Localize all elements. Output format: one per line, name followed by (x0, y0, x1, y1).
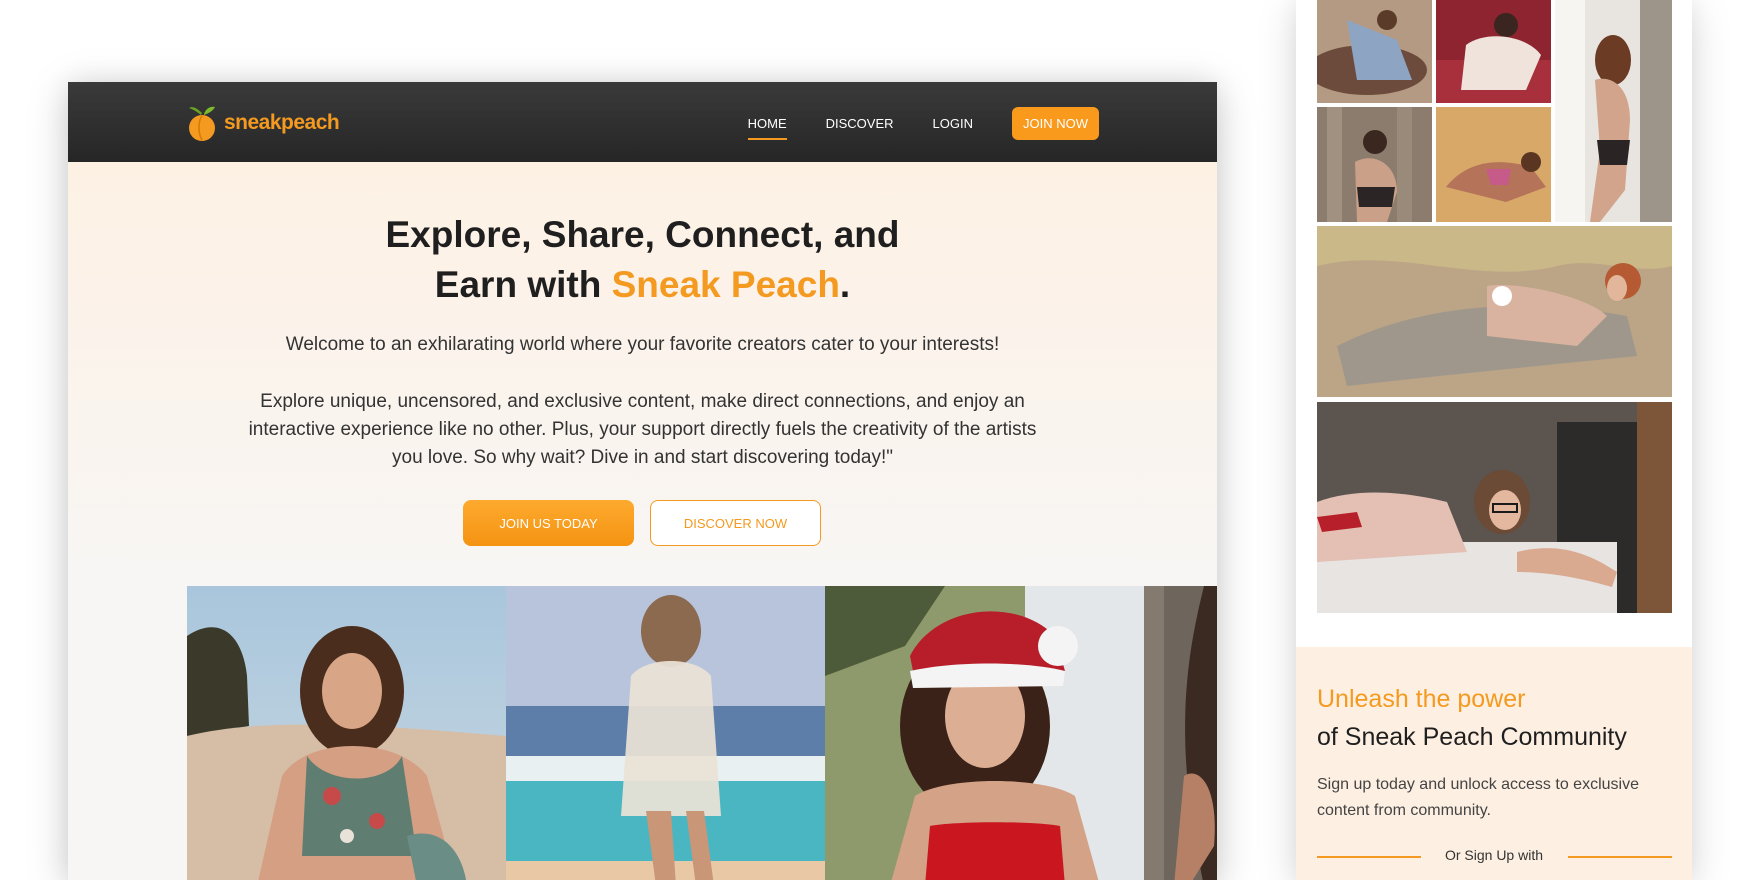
mobile-photo-tile[interactable] (1317, 226, 1672, 397)
gallery-photo[interactable] (1144, 586, 1217, 880)
hero-title-line1: Explore, Share, Connect, and (385, 214, 900, 255)
mobile-photo-tile[interactable] (1317, 402, 1672, 613)
top-navbar: sneakpeach HOME DISCOVER LOGIN JOIN NOW (68, 82, 1217, 162)
mobile-mockup: Unleash the power of Sneak Peach Communi… (1296, 0, 1692, 880)
gallery-photo[interactable] (506, 586, 825, 880)
brand-logo[interactable]: sneakpeach (186, 102, 340, 144)
mobile-photo-tile[interactable] (1317, 0, 1432, 103)
mobile-photo-tile[interactable] (1317, 107, 1432, 222)
ocean-portrait-image (506, 586, 825, 880)
join-us-today-button[interactable]: JOIN US TODAY (463, 500, 634, 546)
nav-links: HOME DISCOVER LOGIN JOIN NOW (709, 107, 1099, 140)
hero-title-accent: Sneak Peach (611, 264, 840, 305)
sand-photo-image (1436, 107, 1551, 222)
nav-home[interactable]: HOME (747, 112, 787, 140)
signup-heading: of Sneak Peach Community (1317, 723, 1627, 751)
holiday-portrait-image (825, 586, 1144, 880)
hero-title: Explore, Share, Connect, and Earn with S… (68, 210, 1217, 310)
signup-section: Unleash the power of Sneak Peach Communi… (1296, 647, 1692, 880)
creator-gallery (187, 586, 1217, 880)
bedroom-photo-image (1317, 402, 1672, 613)
hero-description: Explore unique, uncensored, and exclusiv… (248, 391, 1037, 468)
curtain-photo-image (1317, 107, 1432, 222)
gallery-photo[interactable] (825, 586, 1144, 880)
red-sofa-photo-image (1436, 0, 1551, 103)
beach-portrait-image (187, 586, 506, 880)
signup-heading-accent: Unleash the power (1317, 685, 1526, 713)
divider-right (1568, 856, 1672, 858)
boat-photo-image (1317, 0, 1432, 103)
desktop-mockup: sneakpeach HOME DISCOVER LOGIN JOIN NOW … (68, 82, 1217, 880)
partial-portrait-image (1144, 586, 1217, 880)
mobile-photo-tile[interactable] (1555, 0, 1672, 222)
brand-name: sneakpeach (224, 111, 340, 134)
join-now-button[interactable]: JOIN NOW (1012, 107, 1099, 140)
nav-discover[interactable]: DISCOVER (826, 112, 894, 135)
hero-title-line2: Earn with (434, 264, 612, 305)
peach-logo-icon (189, 106, 215, 141)
mobile-photo-tile[interactable] (1436, 0, 1551, 103)
discover-now-button[interactable]: DISCOVER NOW (650, 500, 821, 546)
gallery-photo[interactable] (187, 586, 506, 880)
tulle-photo-image (1317, 226, 1672, 397)
nav-login[interactable]: LOGIN (933, 112, 973, 135)
window-portrait-image (1555, 0, 1672, 222)
signup-description: Sign up today and unlock access to exclu… (1317, 776, 1639, 819)
mobile-photo-tile[interactable] (1436, 107, 1551, 222)
hero-intro: Welcome to an exhilarating world where y… (285, 334, 1000, 355)
hero-section: Explore, Share, Connect, and Earn with S… (68, 162, 1217, 602)
or-sign-up-text: Or Sign Up with (1444, 847, 1544, 863)
hero-title-suffix: . (839, 264, 851, 305)
